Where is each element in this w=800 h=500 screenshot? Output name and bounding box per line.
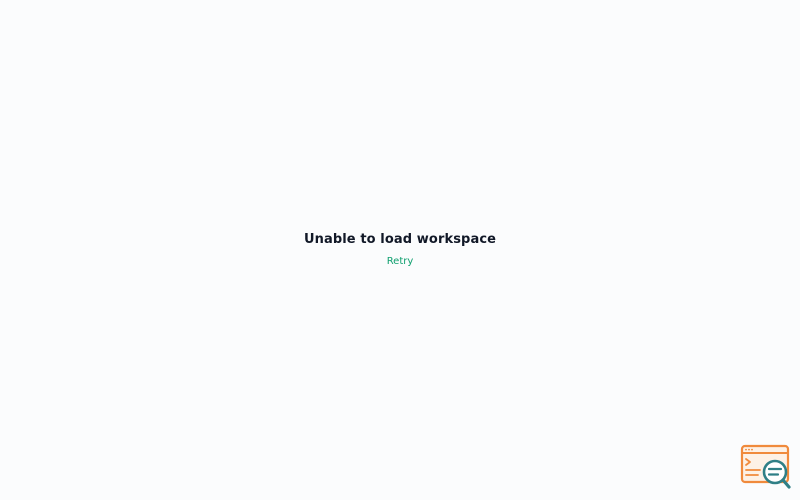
retry-link[interactable]: Retry <box>387 255 414 269</box>
error-panel: Unable to load workspace Retry <box>0 231 800 269</box>
error-title: Unable to load workspace <box>303 232 497 247</box>
page: Unable to load workspace Retry <box>0 0 800 500</box>
browser-inspect-icon[interactable] <box>740 444 792 490</box>
